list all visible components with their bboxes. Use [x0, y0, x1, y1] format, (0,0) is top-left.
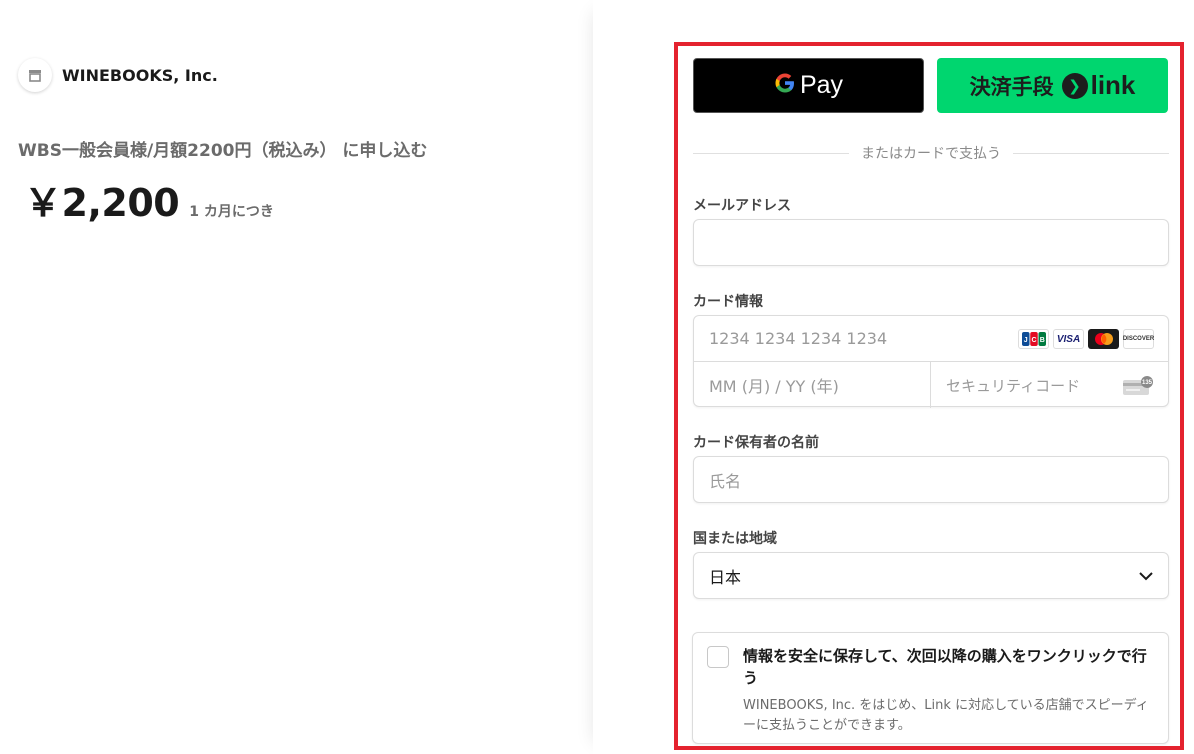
- expiry-field[interactable]: MM (月) / YY (年): [694, 362, 931, 408]
- mastercard-icon: [1088, 329, 1119, 349]
- svg-text:B: B: [1039, 337, 1044, 344]
- cardholder-placeholder: 氏名: [709, 471, 742, 491]
- svg-text:J: J: [1023, 337, 1027, 344]
- price-amount: ￥2,200: [24, 181, 180, 225]
- link-pay-button[interactable]: 決済手段 ❯ link: [937, 58, 1168, 113]
- save-info-title[interactable]: 情報を安全に保存して、次回以降の購入をワンクリックで行う: [743, 645, 1153, 689]
- billing-period: 1 カ月につき: [189, 204, 274, 220]
- card-number-placeholder: 1234 1234 1234 1234: [709, 329, 888, 348]
- divider-line: [1013, 152, 1169, 154]
- chevron-down-icon: [1138, 568, 1154, 588]
- cvc-card-icon: 135: [1122, 376, 1154, 400]
- save-info-checkbox[interactable]: [707, 646, 729, 668]
- email-label: メールアドレス: [693, 198, 791, 214]
- cvc-placeholder: セキュリティコード: [946, 376, 1081, 395]
- card-info-label: カード情報: [693, 294, 763, 310]
- svg-text:C: C: [1031, 337, 1036, 344]
- link-logo-text: link: [1090, 70, 1136, 100]
- email-field-container: [693, 219, 1169, 266]
- link-pay-label: 決済手段: [969, 74, 1054, 99]
- jcb-icon: J C B: [1018, 329, 1049, 349]
- cardholder-label: カード保有者の名前: [693, 435, 819, 451]
- or-pay-with-card-divider: またはカードで支払う: [693, 143, 1169, 163]
- store-icon: [18, 58, 52, 92]
- card-info-group: 1234 1234 1234 1234 J C B VISA DISCOVER …: [693, 315, 1169, 408]
- google-g-icon: [774, 71, 796, 101]
- discover-icon: DISCOVER: [1123, 329, 1154, 349]
- merchant-header[interactable]: WINEBOOKS, Inc.: [18, 58, 218, 92]
- order-summary-pane: WINEBOOKS, Inc. WBS一般会員様/月額2200円（税込み） に申…: [0, 0, 593, 754]
- link-arrow-icon: ❯: [1061, 72, 1088, 99]
- country-value: 日本: [709, 567, 742, 587]
- cardholder-name-field[interactable]: 氏名: [693, 456, 1169, 503]
- price-row: ￥2,200 1 カ月につき: [24, 172, 274, 227]
- expiry-placeholder: MM (月) / YY (年): [709, 377, 839, 396]
- save-info-description: WINEBOOKS, Inc. をはじめ、Link に対応している店舗でスピーデ…: [743, 698, 1149, 733]
- product-name: WBS一般会員様/月額2200円（税込み） に申し込む: [18, 141, 428, 161]
- cvc-icon-text: 135: [1142, 380, 1153, 386]
- country-select[interactable]: 日本: [693, 552, 1169, 599]
- google-pay-label: Pay: [799, 71, 844, 99]
- divider-line: [693, 152, 849, 154]
- email-field[interactable]: [694, 220, 1168, 265]
- card-number-field[interactable]: 1234 1234 1234 1234 J C B VISA DISCOVER: [694, 316, 1168, 362]
- save-info-box: 情報を安全に保存して、次回以降の購入をワンクリックで行う WINEBOOKS, …: [692, 632, 1169, 744]
- visa-icon: VISA: [1053, 329, 1084, 349]
- cvc-field[interactable]: セキュリティコード 135: [931, 362, 1168, 408]
- card-expiry-cvc-row: MM (月) / YY (年) セキュリティコード 135: [694, 362, 1168, 408]
- card-brands: J C B VISA DISCOVER: [1014, 329, 1154, 349]
- google-pay-button[interactable]: Pay: [693, 58, 924, 113]
- merchant-name: WINEBOOKS, Inc.: [62, 65, 218, 85]
- country-label: 国または地域: [693, 531, 777, 547]
- divider-text: またはカードで支払う: [861, 146, 1001, 162]
